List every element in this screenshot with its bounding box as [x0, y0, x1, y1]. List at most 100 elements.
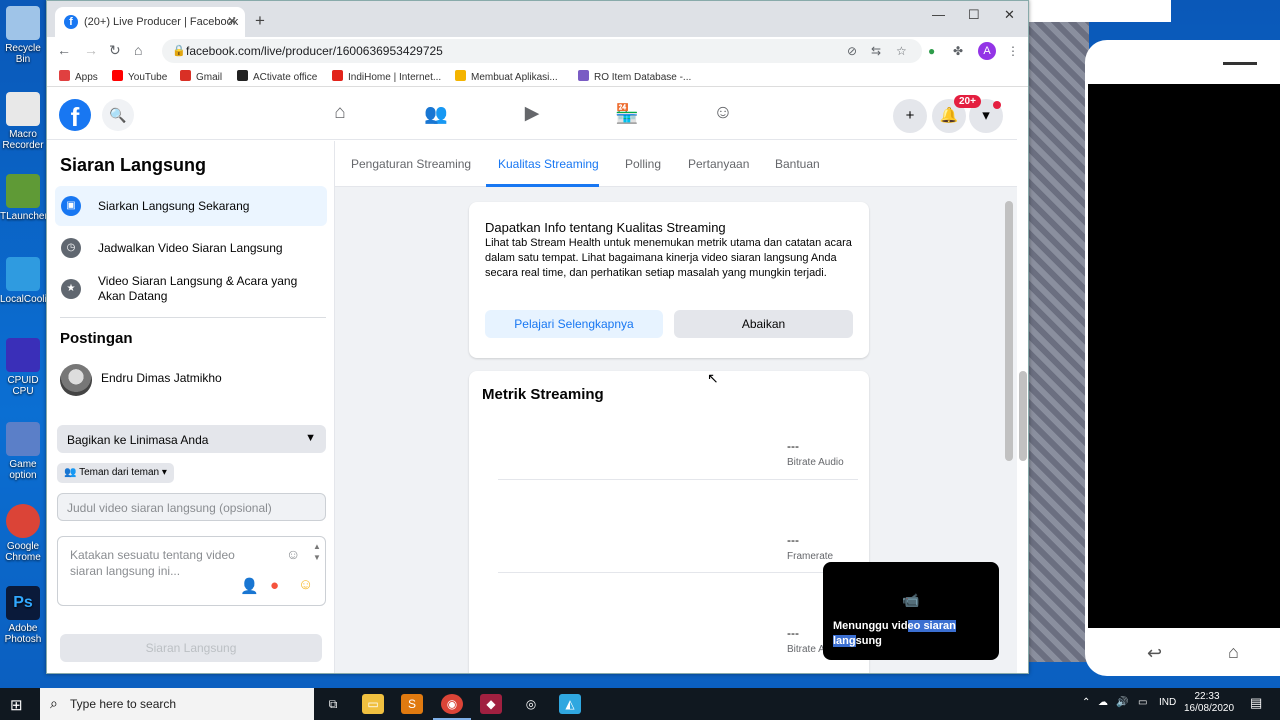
- desktop-icon-macro-recorder[interactable]: Macro Recorder: [0, 92, 46, 151]
- game-taskbar-icon[interactable]: ◆: [480, 694, 502, 714]
- watch-nav-icon[interactable]: ▶: [517, 102, 547, 128]
- menu-upcoming-live[interactable]: ★ Video Siaran Langsung & Acara yang Aka…: [55, 269, 327, 309]
- task-view-icon[interactable]: ⧉: [322, 694, 344, 714]
- bookmark-indihome[interactable]: IndiHome | Internet...: [332, 70, 441, 83]
- desktop-icon-photoshop[interactable]: Ps Adobe Photosh: [0, 586, 46, 645]
- user-avatar[interactable]: [60, 364, 92, 396]
- metric-label: Bitrate A: [787, 644, 825, 655]
- bookmark-membuat-aplikasi[interactable]: Membuat Aplikasi...: [455, 70, 558, 83]
- taskbar-search[interactable]: ⌕ Type here to search: [40, 688, 314, 720]
- maximize-icon[interactable]: ☐: [968, 7, 980, 23]
- clock[interactable]: 22:33 16/08/2020: [1184, 691, 1234, 715]
- divider: [60, 317, 326, 318]
- chrome-taskbar-icon[interactable]: ◉: [441, 694, 463, 714]
- bookmark-label: IndiHome | Internet...: [348, 72, 442, 83]
- file-explorer-icon[interactable]: ▭: [362, 694, 384, 714]
- obs-icon[interactable]: ◎: [520, 694, 542, 714]
- volume-icon[interactable]: 🔊: [1116, 697, 1128, 708]
- bookmark-activate-office[interactable]: ACtivate office: [237, 70, 317, 83]
- tag-people-icon[interactable]: 👤: [240, 577, 259, 595]
- tab-stream-quality[interactable]: Kualitas Streaming: [498, 157, 599, 171]
- new-tab-icon[interactable]: +: [255, 11, 265, 31]
- audience-selector[interactable]: 👥 Teman dari teman ▾: [57, 463, 174, 483]
- reload-icon[interactable]: ↻: [109, 42, 121, 59]
- blocked-icon[interactable]: ⊘: [847, 44, 857, 58]
- desktop-icon-game-option[interactable]: Game option: [0, 422, 46, 481]
- facebook-header: f 🔍 ⌂ 👥 ▶ 🏪 ☺ + 🔔 ▾ 20+: [47, 88, 1017, 140]
- bookmark-label: Apps: [75, 72, 98, 83]
- desktop-icon-label: Recycle Bin: [5, 43, 41, 65]
- language-indicator[interactable]: IND: [1159, 697, 1176, 708]
- message-selected-text: lang: [833, 635, 856, 647]
- bookmark-apps[interactable]: Apps: [59, 70, 98, 83]
- info-card-body: Lihat tab Stream Health untuk menemukan …: [485, 237, 852, 279]
- menu-dots-icon[interactable]: ⋮: [1007, 44, 1019, 58]
- metric-label: Bitrate Audio: [787, 457, 844, 468]
- tray-chevron-icon[interactable]: ⌃: [1082, 697, 1090, 708]
- producer-tabs: Pengaturan Streaming Kualitas Streaming …: [335, 141, 1017, 187]
- page-scrollbar[interactable]: [1019, 371, 1027, 461]
- back-icon[interactable]: ←: [57, 42, 71, 58]
- network-icon[interactable]: ▭: [1138, 697, 1147, 708]
- go-live-button[interactable]: Siaran Langsung: [60, 634, 322, 662]
- feeling-emoji-icon[interactable]: ☺: [298, 576, 313, 593]
- facebook-logo-icon[interactable]: f: [59, 99, 91, 132]
- close-tab-icon[interactable]: ✕: [227, 14, 237, 28]
- tab-streaming-settings[interactable]: Pengaturan Streaming: [351, 157, 471, 171]
- marketplace-nav-icon[interactable]: 🏪: [612, 102, 642, 128]
- menu-schedule-live[interactable]: ◷ Jadwalkan Video Siaran Langsung: [55, 230, 327, 266]
- tab-polling[interactable]: Polling: [625, 157, 661, 171]
- star-icon[interactable]: ☆: [896, 44, 907, 58]
- address-bar[interactable]: 🔒 facebook.com/live/producer/16006369534…: [162, 39, 922, 63]
- live-title-input[interactable]: Judul video siaran langsung (opsional): [57, 493, 326, 521]
- create-plus-icon[interactable]: +: [893, 99, 927, 133]
- forward-icon[interactable]: →: [84, 42, 98, 58]
- translate-icon[interactable]: ⇆: [871, 44, 881, 58]
- share-destination-select[interactable]: Bagikan ke Linimasa Anda ▼: [57, 425, 326, 453]
- tab-help[interactable]: Bantuan: [775, 157, 820, 171]
- sublime-icon[interactable]: S: [401, 694, 423, 714]
- textarea-scroll-arrows[interactable]: ▲ ▼: [313, 541, 321, 569]
- app-taskbar-icon[interactable]: ◭: [559, 694, 581, 714]
- desktop-icon-cpuid[interactable]: CPUID CPU: [0, 338, 46, 397]
- live-description-input[interactable]: Katakan sesuatu tentang video siaran lan…: [57, 536, 326, 606]
- phone-screen[interactable]: [1088, 84, 1280, 628]
- desktop-icon-tlauncher[interactable]: TLauncher: [0, 174, 48, 222]
- close-window-icon[interactable]: ✕: [1004, 7, 1015, 23]
- metric-value: ---: [787, 626, 799, 640]
- desktop-icon-localcooling[interactable]: LocalCooling: [0, 257, 58, 305]
- home-nav-icon[interactable]: ⌂: [325, 102, 355, 128]
- cloud-icon[interactable]: ☁: [1098, 697, 1108, 708]
- extensions-puzzle-icon[interactable]: ✤: [953, 44, 963, 58]
- bookmark-label: RO Item Database -...: [594, 72, 692, 83]
- back-arrow-icon[interactable]: ↩: [1147, 643, 1162, 664]
- bookmark-ro-item-database[interactable]: RO Item Database -...: [578, 70, 691, 83]
- ignore-button[interactable]: Abaikan: [674, 310, 853, 338]
- extension-globe-icon[interactable]: ●: [928, 44, 935, 58]
- search-icon[interactable]: 🔍: [102, 99, 134, 131]
- minimize-icon[interactable]: —: [932, 7, 945, 22]
- learn-more-button[interactable]: Pelajari Selengkapnya: [485, 310, 663, 338]
- game-window[interactable]: [1029, 0, 1171, 662]
- home-icon[interactable]: ⌂: [134, 42, 142, 58]
- phone-mirror-window[interactable]: ↩ ⌂: [1085, 40, 1280, 676]
- bookmark-youtube[interactable]: YouTube: [112, 70, 167, 83]
- desktop-icon-chrome[interactable]: Google Chrome: [0, 504, 46, 563]
- bookmark-gmail[interactable]: Gmail: [180, 70, 222, 83]
- tab-questions[interactable]: Pertanyaan: [688, 157, 749, 171]
- location-pin-icon[interactable]: ●: [270, 577, 279, 594]
- groups-nav-icon[interactable]: ☺: [708, 102, 738, 128]
- phone-speaker: [1223, 62, 1257, 65]
- friends-nav-icon[interactable]: 👥: [421, 102, 451, 128]
- emoji-outline-icon[interactable]: ☺: [286, 546, 300, 562]
- main-scrollbar[interactable]: [1005, 201, 1013, 461]
- user-name: Endru Dimas Jatmikho: [101, 371, 222, 385]
- home-icon[interactable]: ⌂: [1228, 642, 1239, 663]
- notifications-icon[interactable]: ▤: [1250, 695, 1262, 711]
- windows-start-icon[interactable]: ⊞: [10, 696, 23, 714]
- browser-tab[interactable]: f (20+) Live Producer | Facebook ✕: [55, 7, 245, 37]
- tab-strip: f (20+) Live Producer | Facebook ✕ + — ☐…: [47, 1, 1028, 37]
- profile-avatar[interactable]: A: [978, 42, 996, 60]
- desktop-icon-recycle-bin[interactable]: Recycle Bin: [0, 6, 46, 65]
- menu-go-live-now[interactable]: ▣ Siarkan Langsung Sekarang: [55, 186, 327, 226]
